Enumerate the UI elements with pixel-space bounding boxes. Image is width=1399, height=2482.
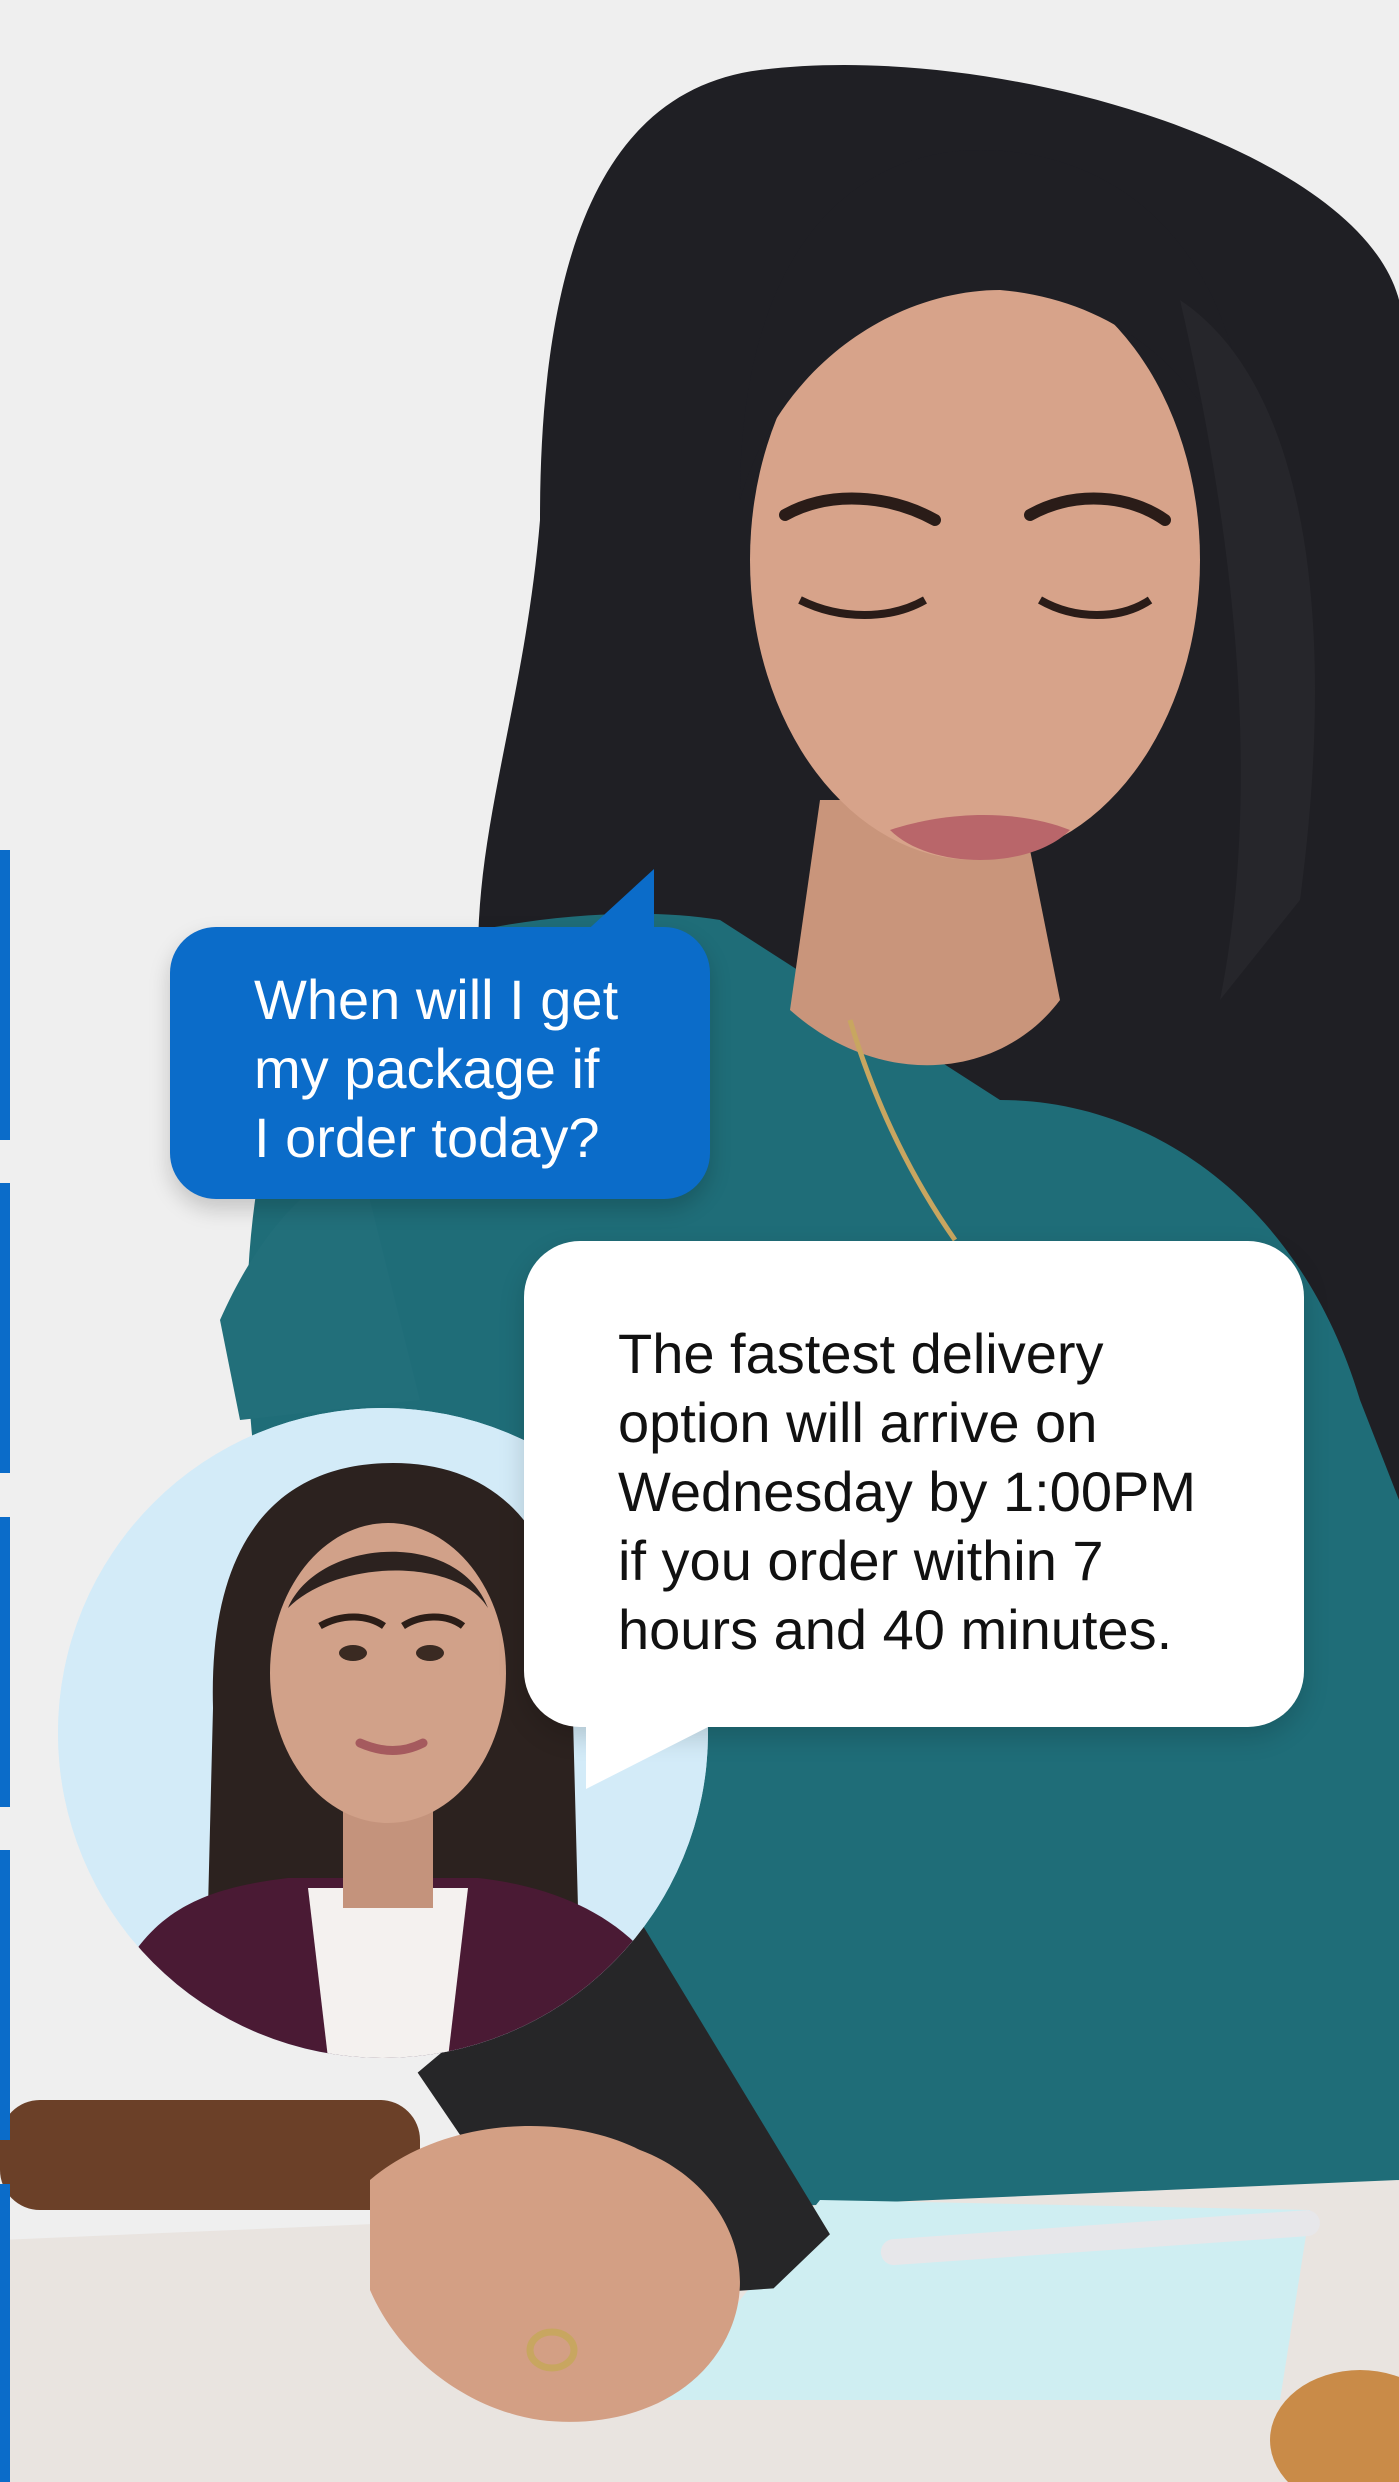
edge-accent-bar-1: [0, 850, 10, 1140]
agent-reply-line: The fastest delivery: [618, 1322, 1104, 1385]
agent-reply-line: Wednesday by 1:00PM: [618, 1460, 1196, 1523]
agent-reply-line: hours and 40 minutes.: [618, 1598, 1173, 1661]
agent-reply-line: if you order within 7: [618, 1529, 1104, 1592]
agent-reply-line: option will arrive on: [618, 1391, 1098, 1454]
user-message-bubble: When will I get my package if I order to…: [170, 869, 710, 1199]
hero-photo-scene: When will I get my package if I order to…: [0, 0, 1399, 2482]
chair-back: [0, 2100, 420, 2210]
edge-accent-bar-2: [0, 1183, 10, 1473]
user-message-line: I order today?: [254, 1106, 600, 1169]
edge-accent-bar-3: [0, 1517, 10, 1807]
user-message-line: When will I get: [254, 968, 619, 1031]
agent-reply-bubble: The fastest delivery option will arrive …: [524, 1241, 1304, 1789]
edge-accent-bar-4: [0, 1850, 10, 2140]
user-message-line: my package if: [254, 1037, 600, 1100]
edge-accent-bar-5: [0, 2184, 10, 2482]
